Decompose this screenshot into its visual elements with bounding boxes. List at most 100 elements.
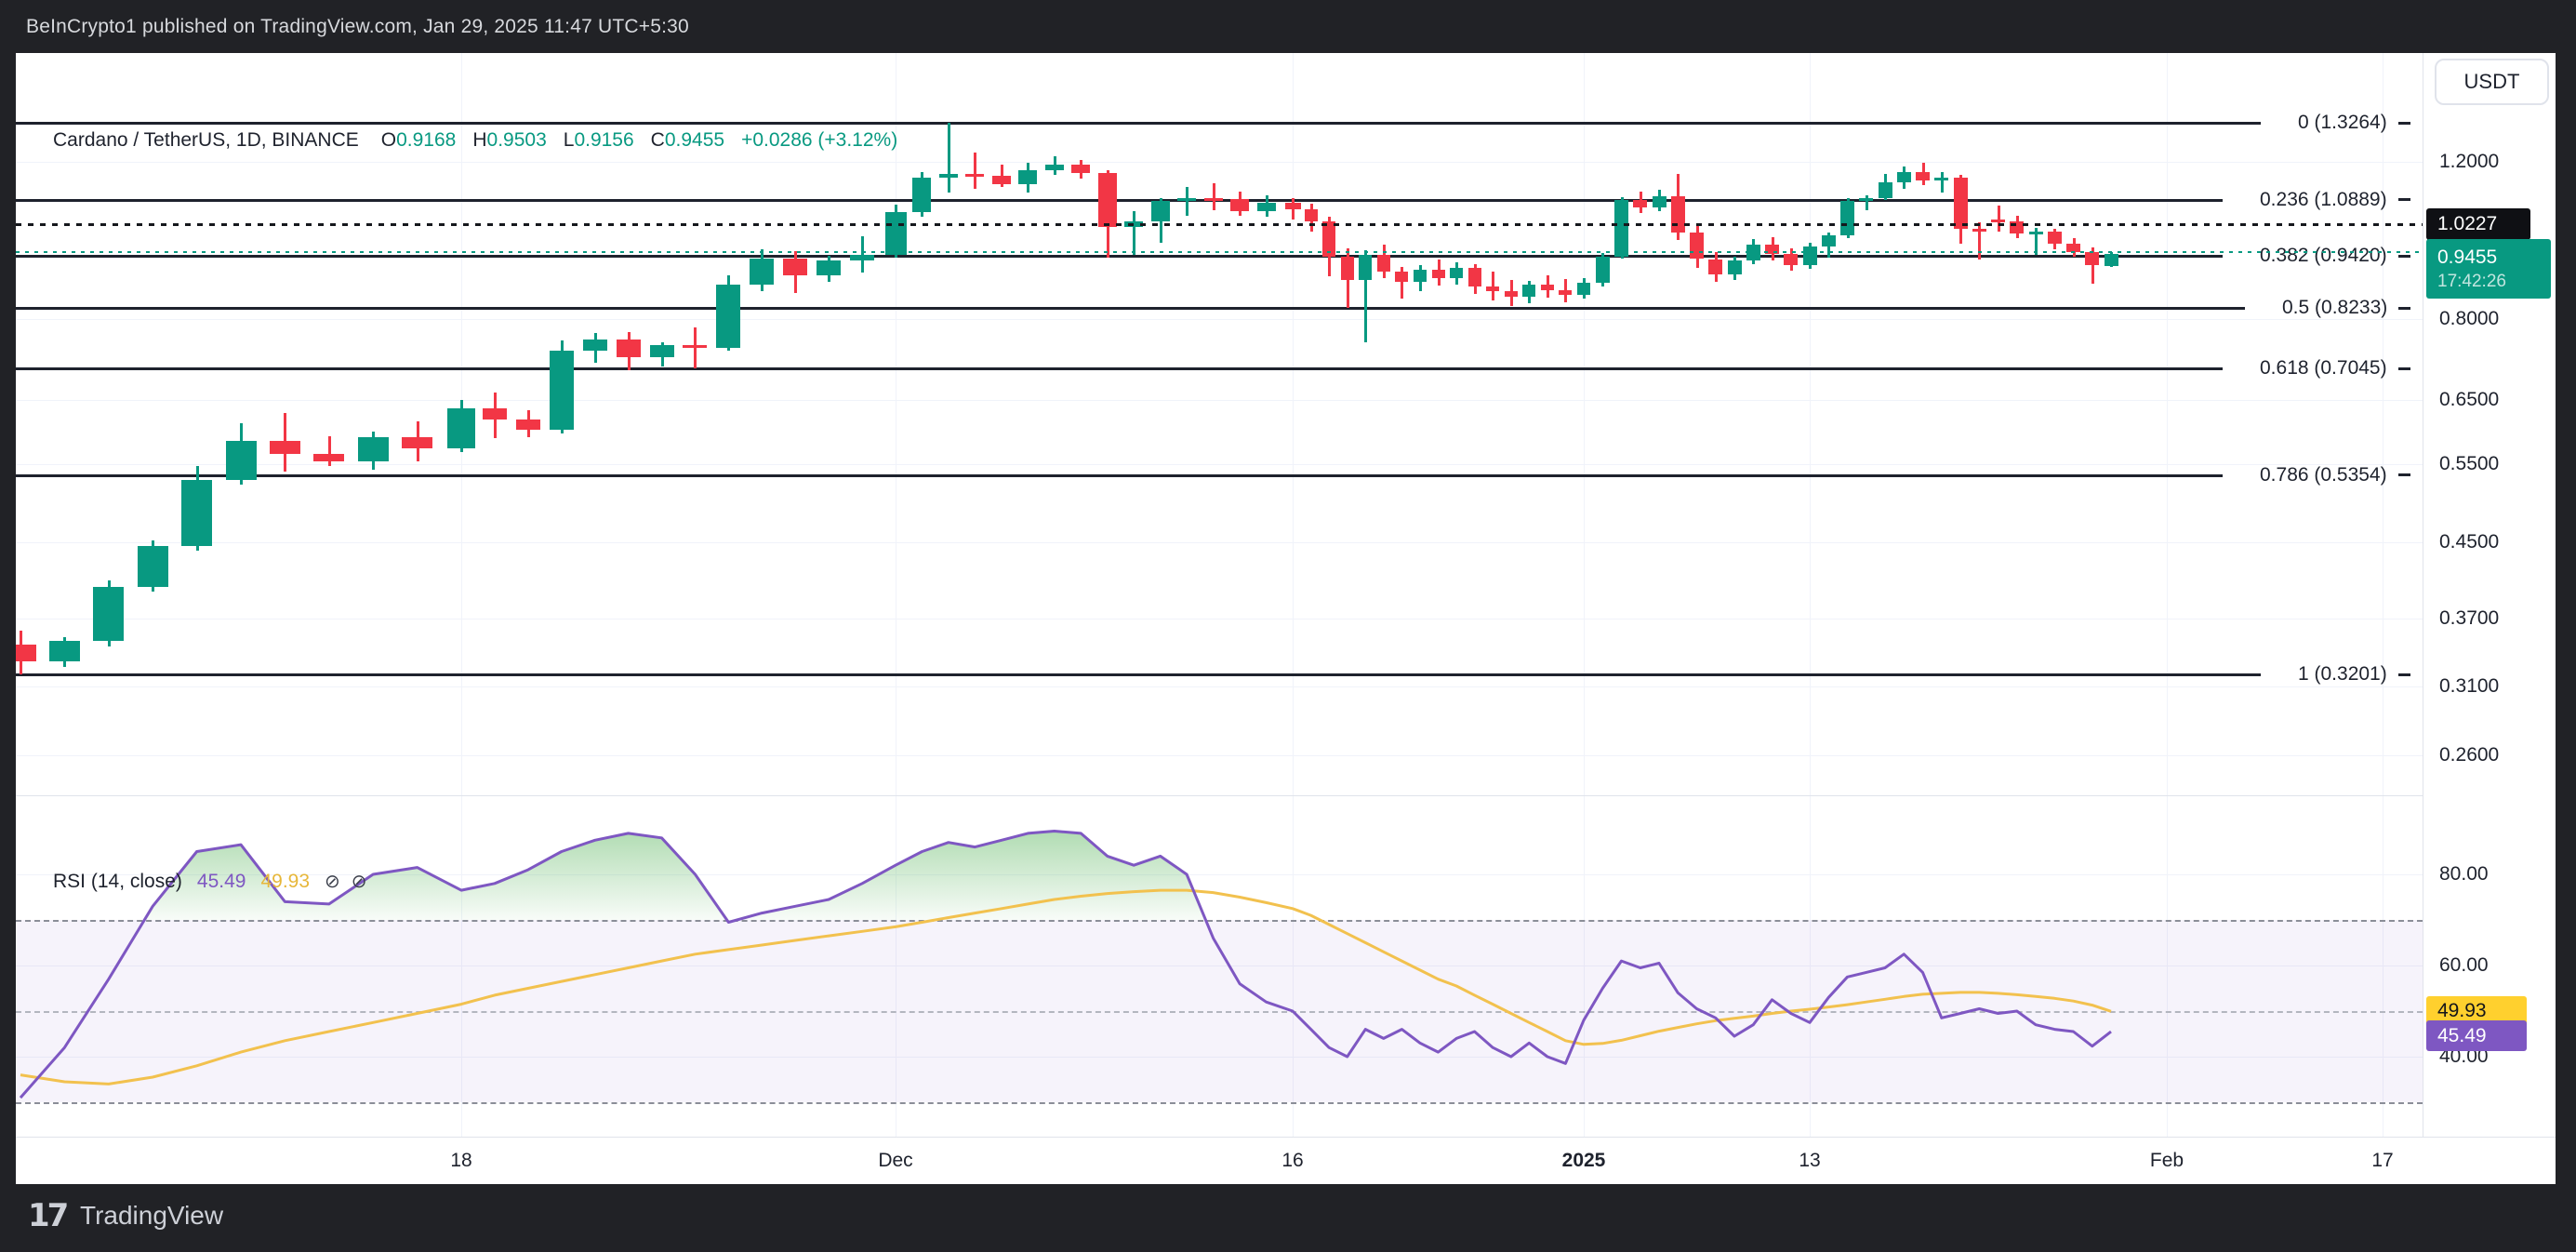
candle: [1486, 286, 1499, 291]
candle: [550, 351, 574, 430]
rsi-legend[interactable]: RSI (14, close) 45.49 49.93 ⊘⊘: [53, 870, 378, 893]
candle: [1359, 255, 1372, 280]
price-axis-label: 0.4500: [2439, 531, 2499, 553]
candle: [1803, 246, 1817, 265]
candle: [1897, 172, 1911, 182]
candle: [1840, 201, 1854, 236]
tradingview-logo-icon[interactable]: 17: [28, 1197, 66, 1234]
candle: [1690, 233, 1704, 259]
candle: [1230, 199, 1249, 211]
time-axis-label: 16: [1281, 1150, 1303, 1172]
candle: [1822, 235, 1836, 246]
candle: [1432, 270, 1445, 277]
candle-wick: [1978, 222, 1981, 260]
candle: [1204, 198, 1223, 201]
candle: [1671, 196, 1685, 233]
candle: [650, 345, 674, 356]
symbol-legend[interactable]: Cardano / TetherUS, 1D, BINANCE O0.9168 …: [53, 129, 897, 152]
rsi-value: 45.49: [197, 871, 246, 893]
candle: [313, 454, 344, 460]
price-axis-label: 0.3700: [2439, 607, 2499, 630]
candle: [992, 176, 1011, 184]
candle: [2029, 232, 2043, 234]
candle: [358, 437, 389, 461]
candle-wick: [1941, 172, 1944, 193]
last-price-line: [16, 251, 2423, 253]
candle: [1177, 198, 1196, 202]
tradingview-brand[interactable]: TradingView: [80, 1201, 223, 1231]
rsi-ma-value: 49.93: [260, 871, 310, 893]
candle: [1614, 200, 1628, 257]
candle: [1784, 254, 1798, 265]
candle: [617, 340, 641, 357]
price-axis-label: 0.6500: [2439, 389, 2499, 411]
candle: [1305, 209, 1318, 221]
candle: [1916, 172, 1930, 180]
time-axis-label: 17: [2371, 1150, 2393, 1172]
candle: [1377, 255, 1390, 272]
candle: [850, 255, 874, 260]
candle: [1071, 165, 1090, 173]
time-axis-label: 18: [450, 1150, 471, 1172]
time-axis-label: 2025: [1562, 1150, 1606, 1172]
attribution-text: BeInCrypto1 published on TradingView.com…: [26, 16, 689, 38]
alert-price-line: [16, 223, 2423, 226]
candle: [1991, 220, 2005, 222]
last-price-badge: 0.9455 17:42:26: [2426, 239, 2551, 299]
candle: [16, 645, 36, 661]
time-axis-label: Feb: [2150, 1150, 2184, 1172]
price-axis-label: 0.2600: [2439, 744, 2499, 766]
currency-toggle-button[interactable]: USDT: [2435, 59, 2549, 105]
rsi-value-badge: 45.49: [2426, 1020, 2527, 1051]
candle: [939, 174, 958, 178]
candle: [1257, 203, 1276, 211]
candle: [1341, 257, 1354, 281]
candle: [1954, 178, 1968, 229]
bar-countdown: 17:42:26: [2437, 271, 2551, 294]
candle: [1414, 270, 1427, 282]
candle: [483, 408, 507, 420]
candle-wick: [1133, 211, 1135, 256]
rsi-title: RSI (14, close): [53, 871, 182, 893]
candle: [965, 174, 984, 177]
candle: [93, 587, 124, 641]
price-axis-label: 0.8000: [2439, 308, 2499, 330]
candle: [1596, 257, 1610, 283]
candle: [1285, 203, 1301, 209]
candle: [1018, 170, 1037, 183]
candle: [1577, 283, 1590, 295]
candle: [912, 178, 931, 212]
candle-wick: [1213, 183, 1215, 210]
price-axis-label: 0.3100: [2439, 675, 2499, 698]
candle: [817, 260, 841, 275]
candle: [1653, 196, 1666, 207]
time-axis-label: 13: [1799, 1150, 1820, 1172]
candle-wick: [328, 436, 331, 466]
candle: [1879, 182, 1892, 197]
candle: [683, 345, 707, 348]
pane-separator[interactable]: [16, 795, 2556, 796]
chart-area[interactable]: 0 (1.3264)0.236 (1.0889)0.382 (0.9420)0.…: [16, 53, 2556, 1184]
candle: [1098, 173, 1117, 227]
candle: [1541, 285, 1554, 290]
price-axis[interactable]: USDT 1.20000.80000.65000.55000.45000.370…: [2423, 53, 2556, 1184]
ohlc-high: H0.9503: [472, 129, 546, 152]
candle: [447, 408, 475, 448]
rsi-axis-label: 60.00: [2439, 954, 2489, 977]
candle: [2085, 252, 2099, 264]
candle: [49, 641, 80, 661]
time-axis[interactable]: 18 Dec 16 2025 13 Feb 17: [16, 1137, 2556, 1184]
candle: [1859, 198, 1873, 201]
candle-wick: [974, 153, 976, 188]
candle: [750, 259, 774, 286]
candle: [1972, 229, 1986, 232]
time-axis-label: Dec: [878, 1150, 912, 1172]
candle: [1522, 285, 1535, 297]
rsi-axis-label: 80.00: [2439, 863, 2489, 886]
candle: [885, 212, 907, 255]
candle: [1151, 201, 1170, 220]
symbol-title: Cardano / TetherUS, 1D, BINANCE: [53, 129, 359, 152]
candle: [1559, 290, 1572, 295]
candle: [1633, 200, 1647, 208]
footer-bar: 17 TradingView: [0, 1184, 2576, 1252]
